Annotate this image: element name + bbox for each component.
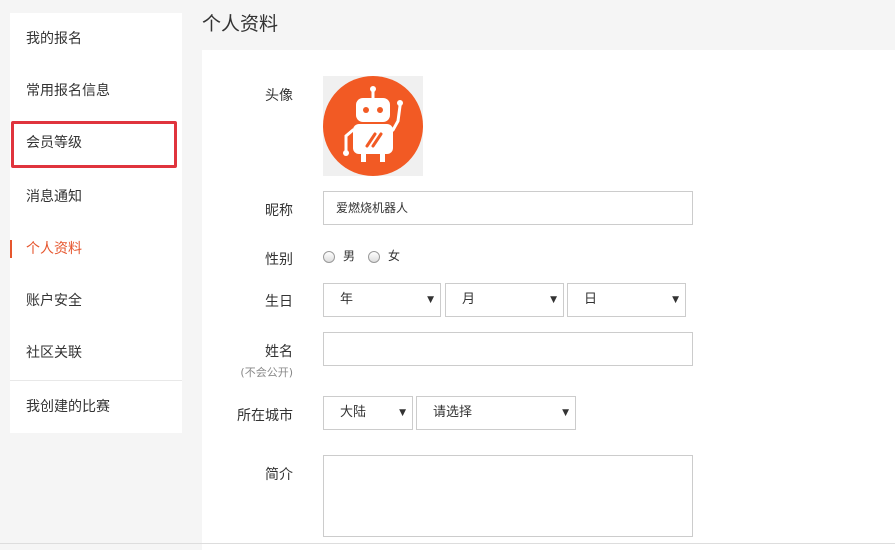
page-title: 个人资料 — [202, 13, 279, 35]
city-region-select[interactable]: 大陆 ▼ — [323, 396, 413, 430]
gender-male-radio[interactable] — [323, 251, 335, 263]
birthday-month-select[interactable]: 月 ▼ — [445, 283, 564, 317]
sidebar-divider — [10, 380, 182, 381]
avatar-label: 头像 — [265, 88, 293, 104]
birthday-day-value: 日 — [584, 292, 598, 307]
robot-avatar-icon — [323, 76, 423, 176]
gender-female-radio[interactable] — [368, 251, 380, 263]
chevron-down-icon: ▼ — [427, 295, 434, 305]
city-label: 所在城市 — [237, 408, 293, 424]
city-select[interactable]: 请选择 ▼ — [416, 396, 576, 430]
gender-label: 性别 — [265, 252, 293, 268]
chevron-down-icon: ▼ — [399, 408, 406, 418]
gender-male-label: 男 — [343, 249, 356, 263]
sidebar: 我的报名 常用报名信息 会员等级 消息通知 个人资料 账户安全 社区关联 我创建… — [10, 13, 182, 433]
gender-female-label: 女 — [388, 249, 401, 263]
nickname-input[interactable]: 爱燃烧机器人 — [323, 191, 693, 225]
intro-label: 简介 — [265, 467, 293, 483]
bottom-divider — [0, 543, 895, 544]
birthday-day-select[interactable]: 日 ▼ — [567, 283, 686, 317]
sidebar-item-account-security[interactable]: 账户安全 — [10, 281, 182, 321]
birthday-year-select[interactable]: 年 ▼ — [323, 283, 441, 317]
name-label: 姓名 — [265, 344, 293, 360]
name-privacy-note: (不会公开) — [240, 366, 293, 379]
sidebar-item-membership-level[interactable]: 会员等级 — [10, 123, 182, 163]
birthday-label: 生日 — [265, 294, 293, 310]
sidebar-item-notifications[interactable]: 消息通知 — [10, 177, 182, 217]
intro-textarea[interactable] — [323, 455, 693, 537]
chevron-down-icon: ▼ — [550, 295, 557, 305]
avatar[interactable] — [323, 76, 423, 176]
name-input[interactable] — [323, 332, 693, 366]
profile-form-panel: 头像 昵称 爱燃烧机器人 性别 男 女 生日 年 ▼ 月 ▼ 日 ▼ 姓名 (不… — [202, 50, 895, 550]
sidebar-item-my-registrations[interactable]: 我的报名 — [10, 19, 182, 59]
birthday-year-value: 年 — [340, 292, 354, 307]
nickname-label: 昵称 — [265, 203, 293, 219]
city-select-value: 请选择 — [433, 405, 473, 420]
chevron-down-icon: ▼ — [672, 295, 679, 305]
sidebar-item-my-competitions[interactable]: 我创建的比赛 — [10, 387, 182, 427]
sidebar-item-common-info[interactable]: 常用报名信息 — [10, 71, 182, 111]
birthday-month-value: 月 — [462, 292, 476, 307]
sidebar-item-profile[interactable]: 个人资料 — [10, 229, 182, 269]
city-region-value: 大陆 — [340, 405, 367, 420]
chevron-down-icon: ▼ — [562, 408, 569, 418]
sidebar-item-community[interactable]: 社区关联 — [10, 333, 182, 373]
